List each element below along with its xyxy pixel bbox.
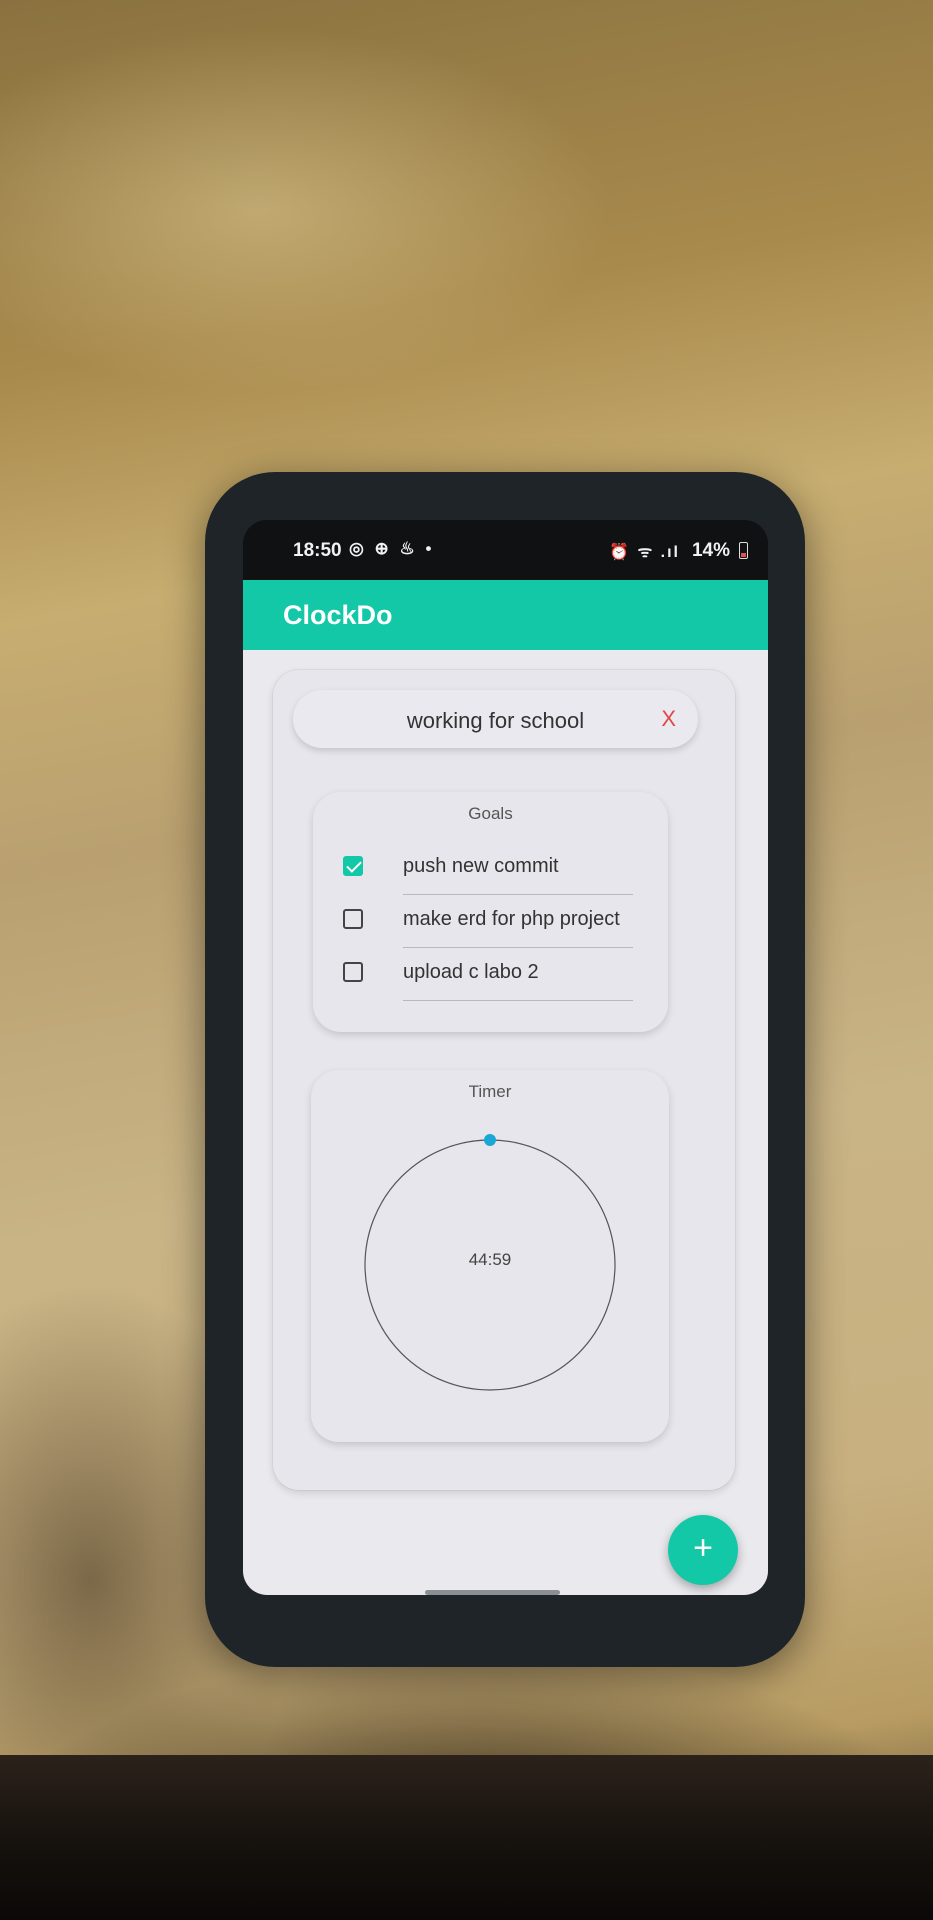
app-bar: ClockDo	[243, 580, 768, 650]
goal-divider	[403, 1000, 633, 1001]
goal-text: push new commit	[403, 855, 559, 877]
status-bar: 18:50 ◎ ⊕ ♨ • ⏰ ᯤ .ıl 14%	[243, 520, 768, 580]
delete-task-button[interactable]: X	[661, 706, 676, 732]
goal-checkbox[interactable]	[343, 962, 363, 982]
timer-knob[interactable]	[484, 1134, 496, 1146]
goals-label: Goals	[468, 804, 513, 823]
task-card: working for school X Goals push new comm…	[273, 670, 735, 1490]
photo-scene: 18:50 ◎ ⊕ ♨ • ⏰ ᯤ .ıl 14% ClockDo workin…	[0, 0, 933, 1920]
timer-value: 44:59	[468, 1250, 512, 1269]
goals-card: Goals push new commit make erd for php p…	[313, 792, 668, 1032]
home-gesture-bar[interactable]	[425, 1590, 560, 1595]
timer-label: Timer	[468, 1082, 512, 1101]
add-task-button[interactable]: +	[668, 1515, 738, 1585]
task-title: working for school	[406, 708, 585, 733]
table-edge-shadow	[0, 1755, 933, 1920]
notification-icons: ◎ ⊕ ♨ •	[349, 539, 435, 558]
goal-item: upload c labo 2	[313, 948, 668, 1010]
timer-card: Timer 44:59	[311, 1070, 669, 1442]
battery-icon	[739, 542, 748, 559]
goal-text: make erd for php project	[403, 908, 620, 930]
battery-percent: 14%	[691, 540, 730, 561]
goal-checkbox[interactable]	[343, 909, 363, 929]
goal-text: upload c labo 2	[403, 961, 539, 983]
task-title-pill[interactable]: working for school X	[293, 690, 698, 748]
phone-screen: 18:50 ◎ ⊕ ♨ • ⏰ ᯤ .ıl 14% ClockDo workin…	[243, 520, 768, 1595]
status-time: 18:50	[293, 540, 342, 561]
signal-icons: ⏰ ᯤ .ıl	[609, 544, 680, 561]
app-title: ClockDo	[283, 600, 393, 630]
main-content: working for school X Goals push new comm…	[243, 650, 768, 1595]
goal-checkbox[interactable]	[343, 856, 363, 876]
